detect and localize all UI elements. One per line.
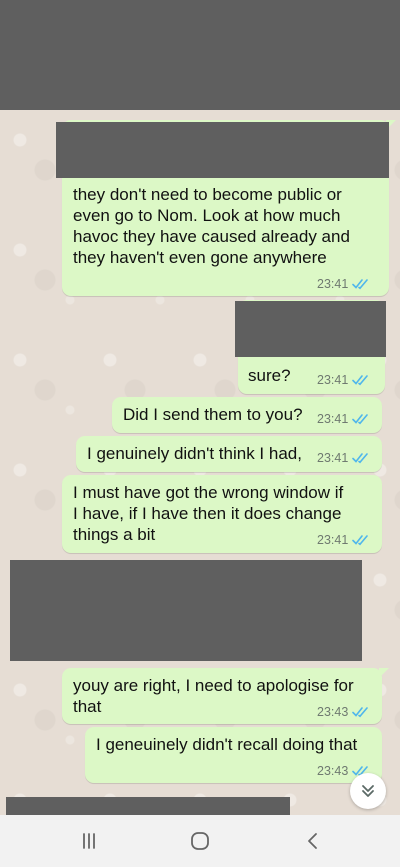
- scroll-to-bottom-button[interactable]: [350, 773, 386, 809]
- home-icon: [191, 832, 209, 850]
- double-check-icon: [352, 707, 369, 718]
- message-time: 23:41: [317, 412, 349, 426]
- message-time: 23:41: [317, 451, 349, 465]
- message-text: Did I send them to you?: [123, 405, 303, 424]
- message-time: 23:41: [317, 277, 349, 291]
- redacted-quoted-message: [235, 301, 386, 357]
- double-check-icon: [352, 535, 369, 546]
- message-text: I genuinely didn't think I had,: [87, 444, 302, 463]
- message-meta: 23:41: [317, 277, 370, 291]
- redacted-header: [0, 0, 400, 110]
- message-time: 23:41: [317, 533, 349, 547]
- message-time: 23:43: [317, 764, 349, 778]
- redacted-quoted-message: [56, 122, 389, 178]
- message-meta: 23:41: [317, 533, 370, 547]
- message-text: I geneuinely didn't recall doing that: [96, 735, 358, 754]
- message-text: sure?: [248, 366, 291, 385]
- chevron-double-down-icon: [362, 785, 374, 797]
- back-button[interactable]: [298, 829, 328, 853]
- double-check-icon: [352, 375, 369, 386]
- message-meta: 23:41: [317, 451, 370, 465]
- message-time: 23:43: [317, 705, 349, 719]
- double-check-icon: [352, 453, 369, 464]
- redacted-incoming-message: [10, 560, 362, 661]
- message-meta: 23:41: [317, 373, 370, 387]
- double-check-icon: [352, 414, 369, 425]
- system-navigation-bar: [0, 815, 400, 867]
- message-time: 23:41: [317, 373, 349, 387]
- recents-button[interactable]: [74, 829, 104, 853]
- double-check-icon: [352, 279, 369, 290]
- message-text: they don't need to become public or even…: [73, 185, 350, 267]
- recents-icon: [83, 833, 95, 849]
- message-meta: 23:43: [317, 705, 370, 719]
- redacted-incoming-message: [6, 797, 290, 815]
- back-icon: [308, 833, 317, 849]
- home-button[interactable]: [185, 829, 215, 853]
- message-meta: 23:41: [317, 412, 370, 426]
